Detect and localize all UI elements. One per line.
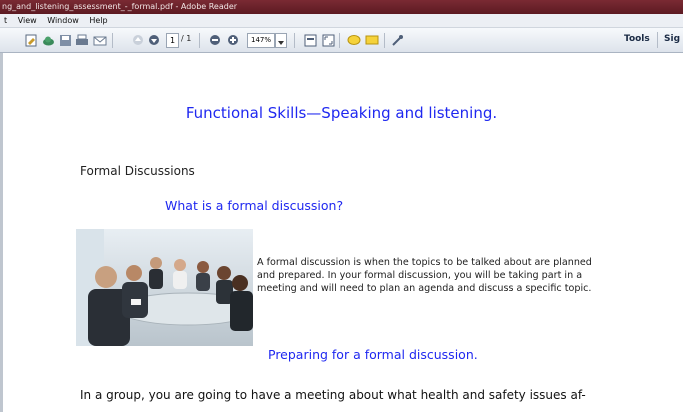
- menu-bar: t View Window Help: [0, 14, 683, 28]
- cloud-icon[interactable]: [41, 33, 55, 47]
- prev-page-icon[interactable]: [131, 33, 145, 47]
- toolbar-divider: [384, 33, 385, 48]
- print-icon[interactable]: [75, 33, 89, 47]
- create-pdf-icon[interactable]: [24, 33, 38, 47]
- window-titlebar: ng_and_listening_assessment_-_formal.pdf…: [0, 0, 683, 14]
- heading-what-is-formal: What is a formal discussion?: [165, 198, 344, 213]
- menu-help[interactable]: Help: [85, 14, 111, 27]
- menu-window[interactable]: Window: [43, 14, 83, 27]
- menu-view[interactable]: View: [14, 14, 41, 27]
- window-title: ng_and_listening_assessment_-_formal.pdf…: [2, 2, 238, 11]
- menu-file[interactable]: t: [0, 14, 11, 27]
- fit-page-icon[interactable]: [303, 33, 317, 47]
- toolbar-divider: [294, 33, 295, 48]
- zoom-out-icon[interactable]: [208, 33, 222, 47]
- paragraph-line: A formal discussion is when the topics t…: [257, 257, 592, 268]
- document-title: Functional Skills—Speaking and listening…: [185, 104, 498, 122]
- toolbar-divider: [657, 32, 658, 48]
- meeting-photo: [76, 229, 259, 346]
- sign-tool-icon[interactable]: [390, 33, 404, 47]
- zoom-dropdown[interactable]: [275, 33, 287, 48]
- next-page-icon[interactable]: [147, 33, 161, 47]
- full-screen-icon[interactable]: [321, 33, 335, 47]
- tools-pane-button[interactable]: Tools: [624, 34, 650, 44]
- formal-discussion-paragraph: A formal discussion is when the topics t…: [257, 256, 667, 295]
- zoom-in-icon[interactable]: [226, 33, 240, 47]
- email-icon[interactable]: [93, 33, 107, 47]
- toolbar: 1 / 1 147% Tools Sig: [0, 28, 683, 53]
- comment-icon[interactable]: [347, 33, 361, 47]
- toolbar-divider: [199, 33, 200, 48]
- paragraph-line: and prepared. In your formal discussion,…: [257, 270, 583, 281]
- paragraph-line: meeting and will need to plan an agenda …: [257, 283, 592, 294]
- zoom-level-input[interactable]: 147%: [247, 33, 275, 48]
- highlight-icon[interactable]: [365, 33, 379, 47]
- page-total: / 1: [181, 34, 192, 43]
- toolbar-divider: [112, 33, 113, 48]
- save-icon[interactable]: [58, 33, 72, 47]
- heading-formal-discussions: Formal Discussions: [80, 164, 195, 178]
- sign-pane-button[interactable]: Sig: [664, 34, 680, 44]
- group-meeting-paragraph: In a group, you are going to have a meet…: [80, 388, 586, 402]
- toolbar-divider: [339, 33, 340, 48]
- page-number-input[interactable]: 1: [166, 33, 179, 48]
- heading-preparing: Preparing for a formal discussion.: [268, 347, 478, 362]
